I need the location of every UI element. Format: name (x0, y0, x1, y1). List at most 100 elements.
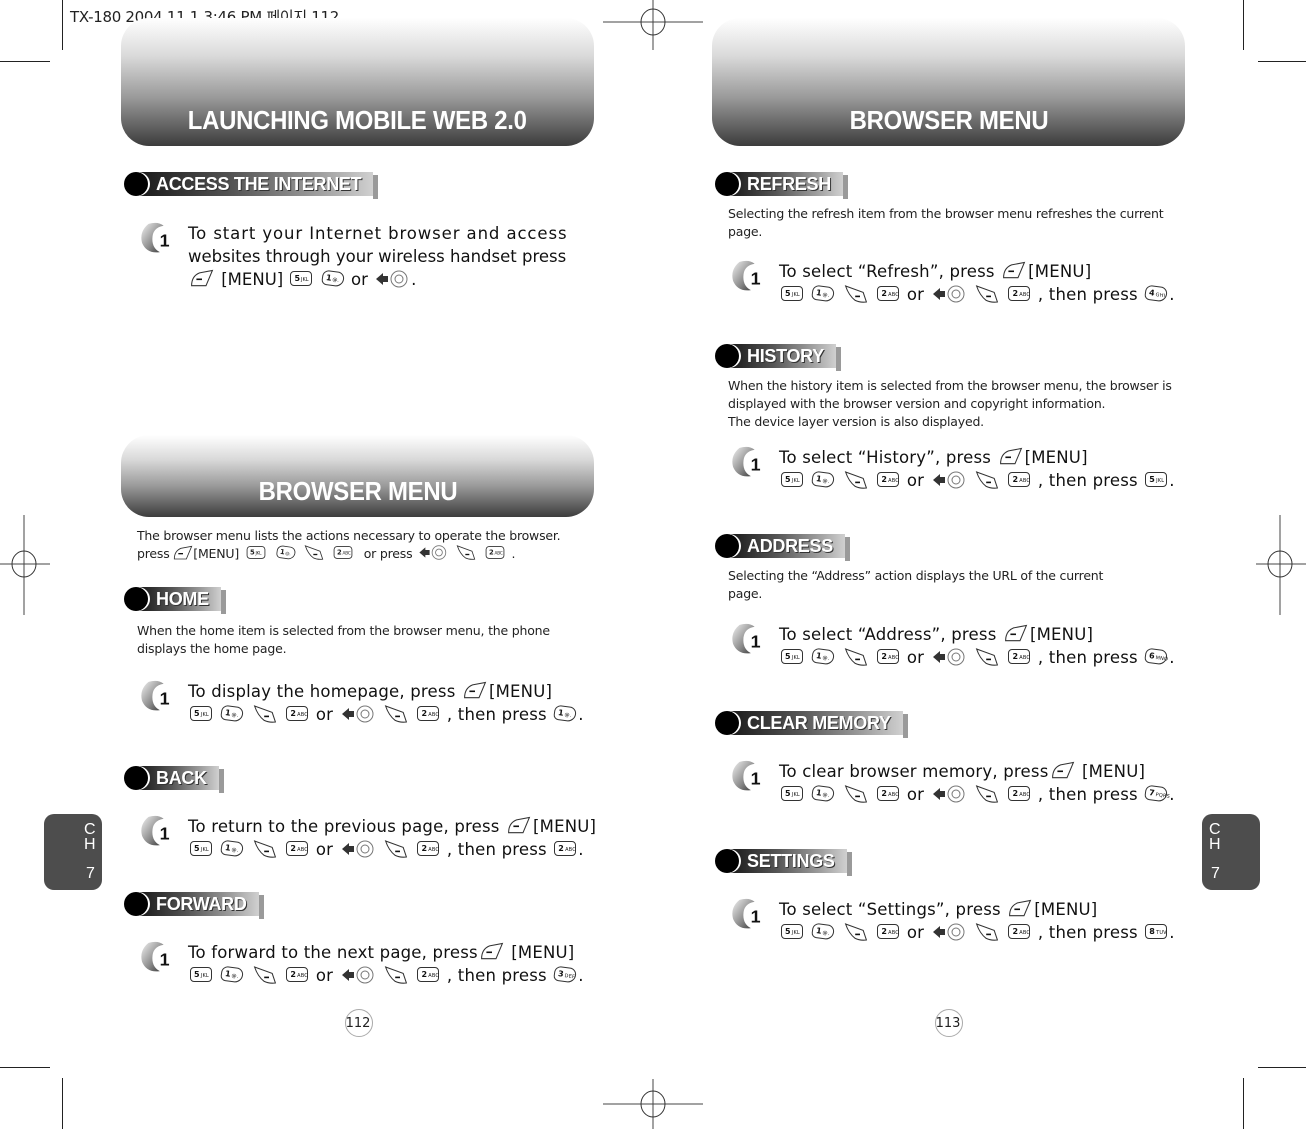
key-2-icon: 2ABC (1008, 924, 1031, 939)
key-2-icon: 2ABC (417, 706, 440, 721)
section-title: HOME (140, 587, 226, 614)
key-1-icon: 1@. (811, 784, 836, 803)
section-description-refresh: Selecting the refresh item from the brow… (728, 206, 1164, 239)
registration-mark-icon (603, 1079, 703, 1129)
step-number-badge-icon (729, 623, 769, 655)
nav-left-ok-icon (932, 647, 966, 667)
step-text: To clear browser memory, press [MENU] 5J… (779, 761, 1175, 804)
crop-mark (1258, 1067, 1306, 1068)
right-softkey-icon (304, 544, 324, 561)
right-softkey-icon (844, 784, 868, 804)
right-softkey-icon (975, 470, 999, 490)
key-1-icon: 1@. (811, 284, 836, 303)
section-title: BACK (140, 766, 224, 793)
final-key-icon: 3DEF (553, 965, 578, 984)
right-softkey-icon (844, 647, 868, 667)
right-softkey-icon (975, 647, 999, 667)
key-2-icon: 2ABC (1008, 649, 1031, 664)
final-key-icon: 8TUV (1145, 924, 1168, 939)
key-1-icon: 1@. (220, 839, 245, 858)
step-number-badge-icon (138, 941, 178, 973)
nav-left-ok-icon (932, 922, 966, 942)
section-title: SETTINGS (731, 849, 852, 876)
key-2-icon: 2ABC (1008, 472, 1031, 487)
crop-mark (0, 1067, 50, 1068)
section-title: REFRESH (731, 172, 848, 199)
key-5-icon: 5JKL (246, 546, 266, 559)
crop-mark (1243, 0, 1244, 50)
crop-mark (62, 0, 63, 50)
left-softkey-icon (173, 545, 193, 561)
chapter-tab-number: 7 (86, 865, 95, 882)
section-description-address: Selecting the “Address” action displays … (728, 568, 1104, 601)
left-softkey-icon (1002, 261, 1026, 280)
registration-mark-icon (603, 0, 703, 50)
key-2-icon: 2ABC (1008, 286, 1031, 301)
bullet-icon (715, 534, 739, 558)
key-5-icon: 5JKL (781, 286, 803, 301)
key-2-icon: 2ABC (877, 786, 900, 801)
bullet-icon (715, 711, 739, 735)
key-2-icon: 2ABC (333, 546, 353, 559)
section-title: CLEAR MEMORY (731, 711, 908, 738)
final-key-icon: 6MNO (1144, 647, 1169, 666)
right-softkey-icon (253, 704, 277, 724)
registration-mark-icon (1256, 515, 1306, 615)
step-number-badge-icon (138, 680, 178, 712)
left-softkey-icon (1008, 899, 1032, 918)
key-5-icon: 5JKL (781, 649, 803, 664)
crop-mark (1243, 1078, 1244, 1129)
left-softkey-icon (507, 816, 531, 835)
chapter-tab-h: H (1209, 836, 1221, 853)
section-header-back: BACK (124, 765, 224, 793)
step-text: To forward to the next page, press [MENU… (188, 943, 584, 985)
key-2-icon: 2ABC (417, 967, 440, 982)
step-number-badge-icon (729, 260, 769, 292)
nav-left-ok-icon (341, 704, 375, 724)
chapter-tab: C H 7 (44, 814, 102, 890)
step-number-badge-icon (729, 446, 769, 478)
left-softkey-icon (190, 269, 214, 288)
bullet-icon (715, 849, 739, 873)
section-header-forward: FORWARD (124, 891, 264, 919)
final-key-icon: 1@. (553, 704, 578, 723)
chapter-tab-c: C (84, 821, 96, 838)
nav-left-ok-icon (932, 470, 966, 490)
right-softkey-icon (844, 922, 868, 942)
nav-left-ok-icon (375, 269, 409, 289)
key-2-icon: 2ABC (417, 841, 440, 856)
bullet-icon (715, 172, 739, 196)
bullet-icon (124, 587, 148, 611)
right-softkey-icon (384, 839, 408, 859)
final-key-icon: 2ABC (554, 841, 577, 856)
section-header-refresh: REFRESH (715, 171, 848, 199)
left-softkey-icon (463, 681, 487, 700)
section-title: ACCESS THE INTERNET (140, 172, 379, 199)
key-1-icon: 1@. (275, 544, 296, 561)
page-number: 113 (926, 1009, 970, 1037)
step-number-badge-icon (729, 760, 769, 792)
step-number-badge-icon (138, 815, 178, 847)
key-5-icon: 5JKL (190, 706, 212, 721)
crop-mark (62, 1078, 63, 1129)
nav-left-ok-icon (341, 965, 375, 985)
key-1-icon: 1@. (811, 922, 836, 941)
right-softkey-icon (844, 284, 868, 304)
key-5-icon: 5JKL (781, 786, 803, 801)
left-page-banner: LAUNCHING MOBILE WEB 2.0 (121, 18, 594, 146)
key-5-icon: 5JKL (781, 924, 803, 939)
key-2-icon: 2ABC (877, 924, 900, 939)
key-2-icon: 2ABC (286, 706, 309, 721)
browser-menu-banner: BROWSER MENU (121, 435, 594, 517)
key-2-icon: 2ABC (485, 546, 505, 559)
browser-menu-intro: The browser menu lists the actions neces… (137, 528, 561, 561)
left-softkey-icon (1051, 761, 1075, 780)
section-header-address: ADDRESS (715, 533, 850, 561)
right-softkey-icon (975, 284, 999, 304)
right-softkey-icon (253, 965, 277, 985)
right-softkey-icon (384, 704, 408, 724)
key-2-icon: 2ABC (877, 286, 900, 301)
crop-mark (1258, 61, 1306, 62)
key-5-icon: 5JKL (190, 841, 212, 856)
right-softkey-icon (975, 784, 999, 804)
